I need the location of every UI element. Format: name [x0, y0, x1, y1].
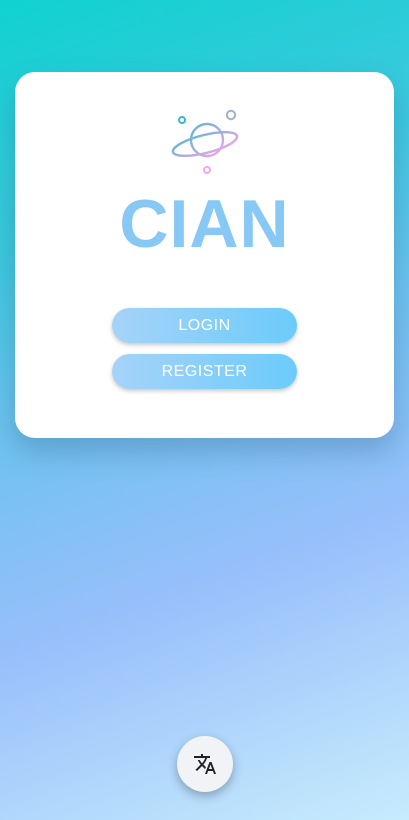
logo — [15, 108, 394, 174]
app-title: CIAN — [119, 186, 290, 262]
planet-icon — [171, 109, 238, 174]
login-button[interactable]: LOGIN — [112, 308, 297, 343]
translate-icon — [194, 754, 216, 774]
welcome-card: CIAN LOGIN REGISTER — [15, 72, 394, 438]
register-button[interactable]: REGISTER — [112, 354, 297, 389]
translate-button[interactable] — [177, 736, 233, 792]
